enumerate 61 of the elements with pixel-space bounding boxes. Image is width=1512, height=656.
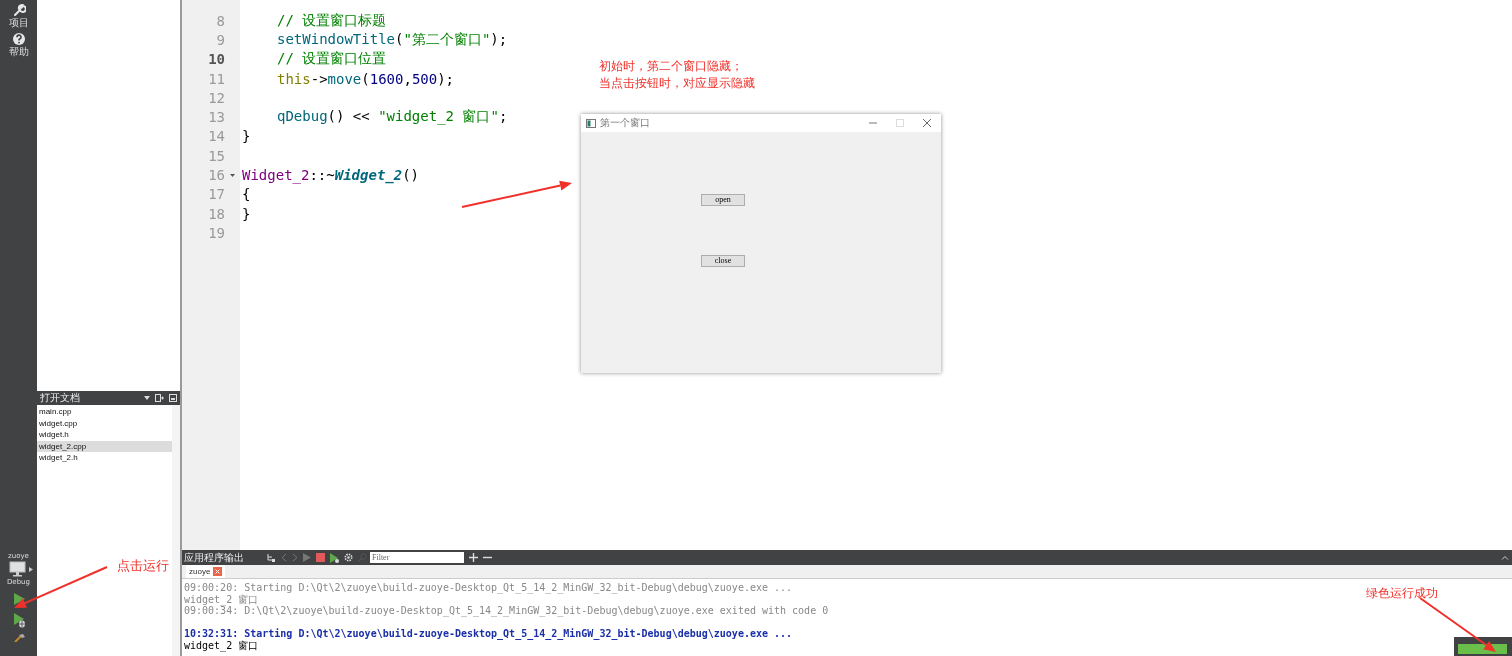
debug-run-icon[interactable] (330, 552, 339, 563)
close-icon[interactable] (213, 567, 223, 576)
output-tab[interactable]: zuoye (186, 565, 226, 578)
output-line: 10:32:31: Starting D:\Qt\2\zuoye\build-zuoye-Desktop_Qt_5_14_2_MinGW_32_bit-Debug\debug\zuoye.exe ... (184, 628, 793, 640)
document-item[interactable]: widget_2.h (37, 452, 172, 464)
output-line: 09:00:20: Starting D:\Qt\2\zuoye\build-zuoye-Desktop_Qt_5_14_2_MinGW_32_bit-Debug\debug\zuoye.exe ... (184, 582, 793, 594)
line-number: 19 (208, 224, 225, 241)
output-line: widget_2 窗口 (184, 593, 259, 605)
code-line: this->move(1600,500); (277, 70, 455, 87)
code-line: Widget_2::~Widget_2() (242, 167, 420, 183)
help-icon (11, 32, 26, 46)
output-line: 09:00:34: D:\Qt\2\zuoye\build-zuoye-Desktop_Qt_5_14_2_MinGW_32_bit-Debug\debug\zuoye.exe exited with code 0 (184, 605, 829, 617)
add-icon[interactable] (469, 553, 478, 562)
code-line: // 设置窗口位置 (277, 50, 387, 69)
annotation-text: 当点击按钮时，对应显示隐藏 (599, 75, 755, 92)
line-number: 18 (208, 205, 225, 222)
monitor-icon (8, 561, 27, 577)
code-line: setWindowTitle("第二个窗口"); (277, 30, 508, 49)
line-number: 8 (216, 12, 225, 29)
line-number: 14 (208, 128, 225, 145)
split-icon[interactable] (155, 394, 164, 402)
panel-title: 应用程序输出 (184, 550, 245, 565)
code-line: } (242, 205, 251, 222)
settings-icon[interactable] (344, 553, 353, 562)
close-icon[interactable] (923, 119, 931, 127)
app-icon (586, 118, 596, 128)
window-title: 第一个窗口 (600, 116, 651, 130)
line-number: 15 (208, 147, 225, 164)
dropdown-icon[interactable] (144, 396, 150, 400)
annotation-text: 初始时，第二个窗口隐藏； (599, 58, 744, 75)
document-item[interactable]: widget_2.cpp (37, 440, 172, 452)
code-line: } (242, 128, 251, 145)
code-line: { (242, 186, 251, 203)
mode-button[interactable]: 帮助 (8, 32, 29, 57)
code-line: // 设置窗口标题 (277, 11, 387, 30)
line-number: 17 (208, 186, 225, 203)
line-number: 11 (208, 70, 225, 87)
float-icon[interactable] (169, 394, 177, 402)
line-number: 13 (208, 109, 225, 126)
window-button[interactable]: open (701, 194, 745, 206)
mode-button[interactable]: 项目 (8, 3, 29, 28)
document-item[interactable]: widget.cpp (37, 417, 172, 429)
output-line: widget_2 窗口 (184, 639, 259, 651)
panel-title: 打开文档 (40, 392, 80, 404)
debug-run-icon[interactable] (11, 612, 26, 628)
annotation-text: 点击运行 (117, 557, 169, 574)
document-item[interactable]: main.cpp (37, 406, 172, 418)
annotation-text: 绿色运行成功 (1366, 585, 1438, 602)
code-line: qDebug() << "widget_2 窗口"; (277, 108, 508, 127)
attach-icon[interactable] (266, 552, 276, 563)
line-number: 10 (208, 51, 225, 68)
window-button[interactable]: close (701, 255, 745, 267)
expand-arrow-icon (28, 566, 33, 572)
run-icon[interactable] (11, 592, 26, 606)
fold-icon[interactable] (230, 173, 235, 177)
line-number: 16 (208, 167, 225, 183)
collapse-icon[interactable] (1501, 555, 1509, 560)
line-number: 9 (216, 31, 225, 48)
filter-field[interactable]: Filter (370, 552, 464, 563)
line-number: 12 (208, 89, 225, 106)
document-item[interactable]: widget.h (37, 429, 172, 441)
